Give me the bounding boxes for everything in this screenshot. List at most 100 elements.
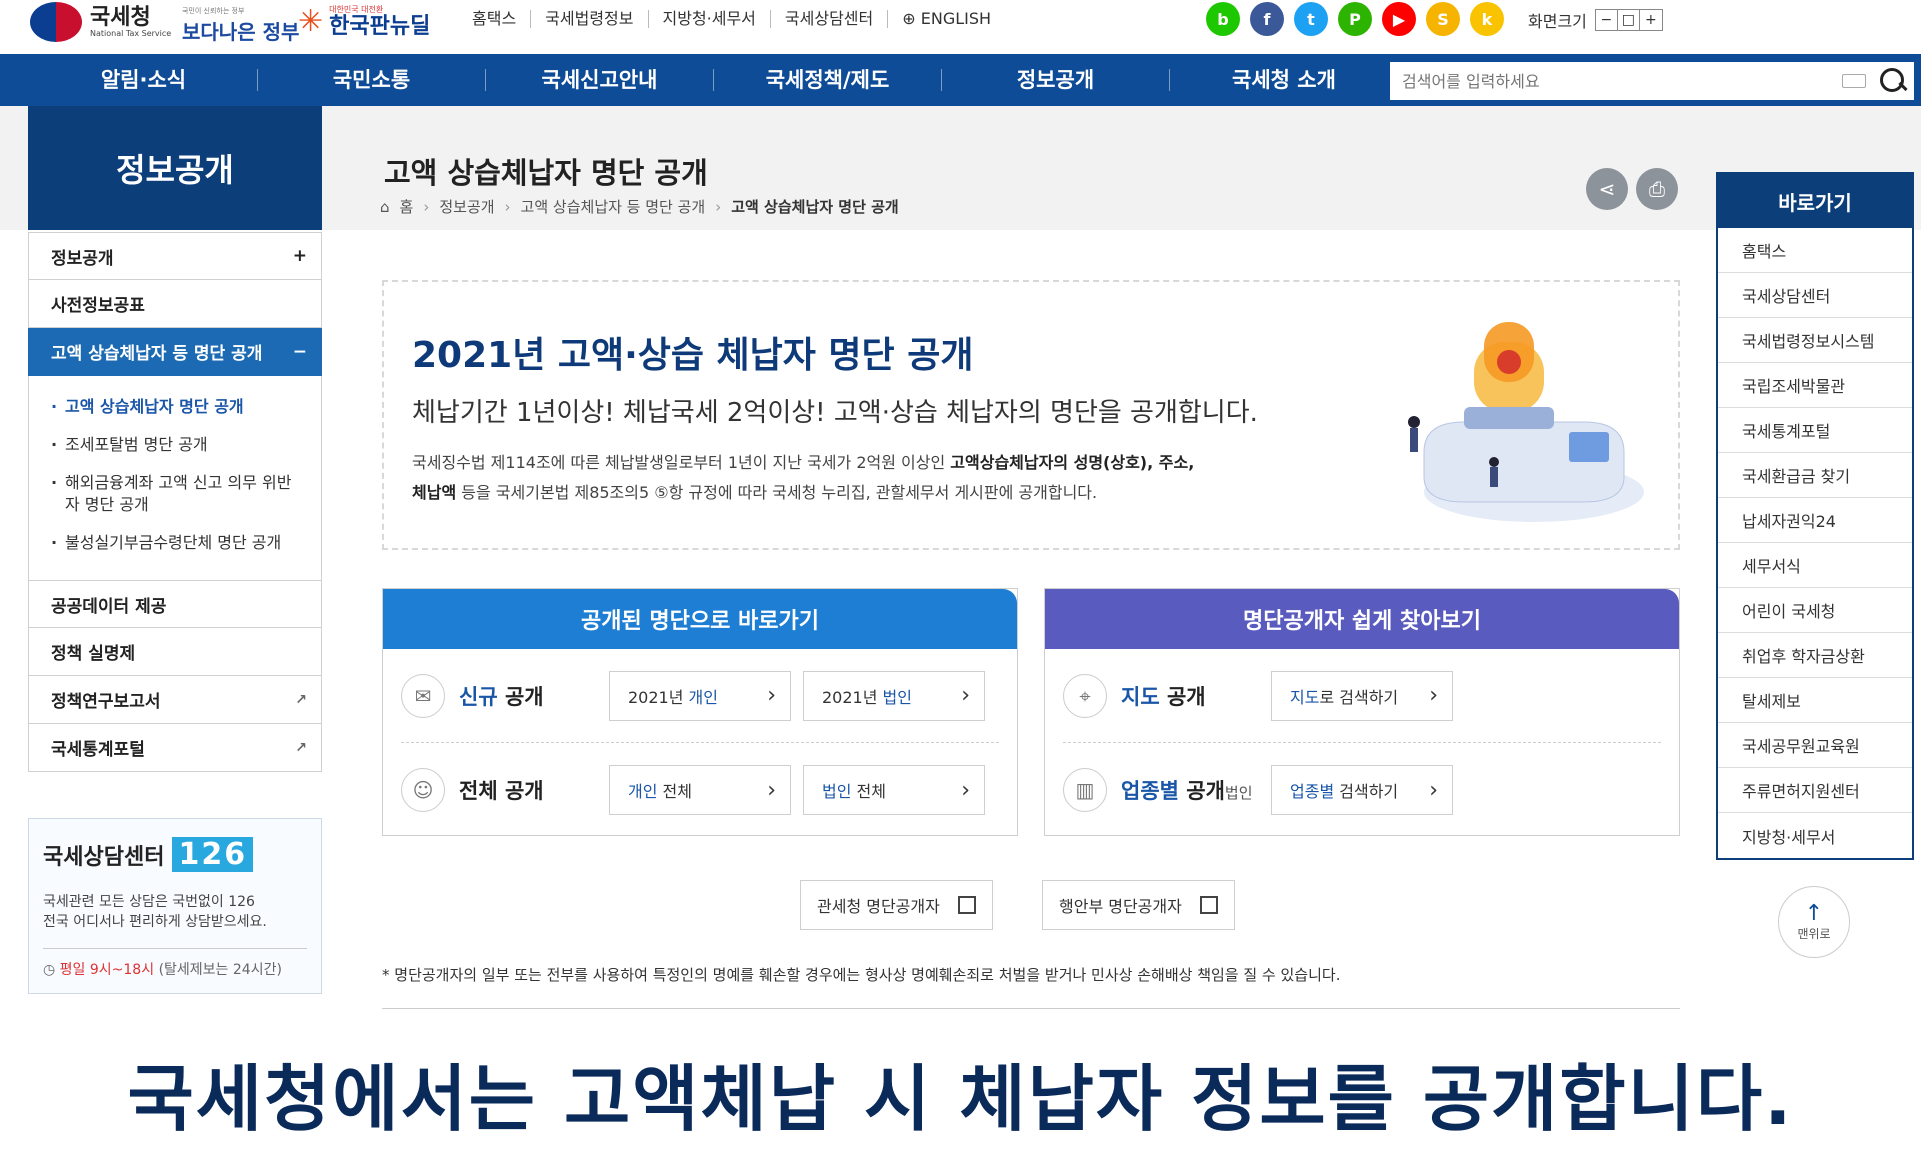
new-disclosure-label: 신규 공개 [459, 681, 609, 711]
submenu-item-overseas-account[interactable]: 해외금융계좌 고액 신고 의무 위반자 명단 공개 [51, 472, 299, 516]
hero-desc-bold2: 체납액 [412, 483, 457, 502]
kakaostory-icon[interactable]: S [1426, 2, 1460, 36]
breadcrumb-delinquent-list[interactable]: 고액 상습체납자 등 명단 공개 [521, 196, 706, 217]
breadcrumb-separator: › [715, 197, 722, 216]
blog-icon[interactable]: b [1206, 2, 1240, 36]
all-corporate-button[interactable]: 법인 전체 › [803, 765, 985, 815]
kakao-icon[interactable]: k [1470, 2, 1504, 36]
newdeal-logo[interactable]: ✳ 대한민국 대전환 한국판뉴딜 [298, 4, 430, 39]
sidebar-item-delinquent-list[interactable]: 고액 상습체납자 등 명단 공개 − [28, 328, 322, 376]
external-link-icon: ↗ [295, 739, 307, 756]
quick-menu-item[interactable]: 홈택스 [1718, 228, 1912, 273]
sidebar-item-info-disclosure[interactable]: 정보공개 + [28, 232, 322, 280]
nts-logo[interactable]: 국세청 National Tax Service [30, 2, 171, 42]
quick-menu-item[interactable]: 국세공무원교육원 [1718, 723, 1912, 768]
siren-illustration [1408, 322, 1644, 522]
virtual-keyboard-icon[interactable] [1842, 74, 1866, 88]
all-disclosure-label: 전체 공개 [459, 779, 544, 803]
search-icon[interactable] [1876, 65, 1908, 97]
quick-menu-item[interactable]: 납세자권익24 [1718, 498, 1912, 543]
sidebar-item-research-reports[interactable]: 정책연구보고서 ↗ [28, 676, 322, 724]
submenu-item-delinquent[interactable]: 고액 상습체납자 명단 공개 [51, 396, 299, 418]
chevron-right-icon: › [961, 683, 970, 708]
link-english[interactable]: ⊕ ENGLISH [888, 10, 1005, 28]
print-button[interactable]: ⎙ [1636, 168, 1678, 210]
quick-menu: 바로가기 홈택스 국세상담센터 국세법령정보시스템 국립조세박물관 국세통계포털 국세환급… [1716, 172, 1914, 860]
link-call-center[interactable]: 국세상담센터 [771, 10, 889, 28]
utility-links: 홈택스 국세법령정보 지방청·세무서 국세상담센터 ⊕ ENGLISH [458, 10, 1005, 28]
video-caption: 국세청에서는 고액체납 시 체납자 정보를 공개합니다. [127, 1057, 1794, 1141]
industry-disclosure-label: 업종별 공개법인 [1121, 775, 1271, 805]
submenu-item-tax-evaders[interactable]: 조세포탈범 명단 공개 [51, 434, 299, 456]
government-slogan-logo[interactable]: 국민이 신뢰하는 정부 보다나은 정부 [182, 6, 299, 45]
mois-list-button[interactable]: 행안부 명단공개자 [1042, 880, 1235, 930]
gnb-item-tax-policy[interactable]: 국세정책/제도 [714, 69, 942, 91]
back-to-top-button[interactable]: ↑ 맨위로 [1778, 886, 1850, 958]
gnb-item-tax-filing[interactable]: 국세신고안내 [486, 69, 714, 91]
sidebar-item-label: 정책연구보고서 [51, 692, 161, 712]
sidebar-item-statistics-portal[interactable]: 국세통계포털 ↗ [28, 724, 322, 772]
easy-search-card: 명단공개자 쉽게 찾아보기 ⌖ 지도 공개 지도로 검색하기 › ▥ 업종별 공… [1044, 588, 1680, 836]
label-rest: 공개 [1178, 779, 1225, 803]
customs-list-button[interactable]: 관세청 명단공개자 [800, 880, 993, 930]
breadcrumb-separator: › [423, 197, 430, 216]
chevron-right-icon: › [961, 777, 970, 803]
quick-menu-item[interactable]: 어린이 국세청 [1718, 588, 1912, 633]
button-label-suffix: 전체 [851, 782, 886, 801]
gnb-item-communication[interactable]: 국민소통 [258, 69, 486, 91]
gnb-item-info-disclosure[interactable]: 정보공개 [942, 69, 1170, 91]
all-individual-button[interactable]: 개인 전체 › [609, 765, 791, 815]
facebook-icon[interactable]: f [1250, 2, 1284, 36]
button-label: 법인 전체 [822, 778, 886, 802]
quick-menu-item[interactable]: 국세환급금 찾기 [1718, 453, 1912, 498]
link-tax-law-info[interactable]: 국세법령정보 [531, 10, 649, 28]
zoom-reset-button[interactable]: □ [1618, 10, 1640, 30]
label-small: 법인 [1224, 784, 1253, 802]
screen-size-control: 화면크기 − □ + [1528, 8, 1663, 32]
breadcrumb-info-disclosure[interactable]: 정보공개 [439, 196, 494, 217]
call-center-hours-note: (탈세제보는 24시간) [158, 962, 282, 978]
hero-desc-bold1: 고액상습체납자의 성명(상호), 주소, [950, 453, 1195, 472]
link-regional-office[interactable]: 지방청·세무서 [649, 10, 771, 28]
quick-menu-item[interactable]: 지방청·세무서 [1718, 813, 1912, 858]
clock-icon: ◷ [43, 962, 60, 978]
youtube-icon[interactable]: ▶ [1382, 2, 1416, 36]
home-icon: ⌂ [380, 197, 390, 216]
button-label-highlight: 법인 [882, 687, 912, 707]
quick-menu-item[interactable]: 국세법령정보시스템 [1718, 318, 1912, 363]
quick-menu-item[interactable]: 탈세제보 [1718, 678, 1912, 723]
quick-menu-item[interactable]: 국립조세박물관 [1718, 363, 1912, 408]
map-search-button[interactable]: 지도로 검색하기 › [1271, 670, 1453, 721]
link-hometax[interactable]: 홈택스 [458, 10, 532, 28]
button-label-suffix: 전체 [657, 782, 692, 801]
quick-menu-item[interactable]: 세무서식 [1718, 543, 1912, 588]
sidebar-item-policy-name[interactable]: 정책 실명제 [28, 628, 322, 676]
2021-individual-button[interactable]: 2021년 개인 › [609, 670, 791, 721]
chevron-right-icon: › [1429, 683, 1438, 708]
button-label-prefix: 2021년 [822, 687, 883, 707]
gnb-item-news[interactable]: 알림·소식 [30, 69, 258, 91]
breadcrumb-separator: › [504, 197, 511, 216]
button-label-highlight: 업종별 [1290, 782, 1335, 801]
sidebar-item-pre-disclosure[interactable]: 사전정보공표 [28, 280, 322, 328]
screen-size-label: 화면크기 [1528, 12, 1587, 31]
zoom-out-button[interactable]: − [1596, 10, 1618, 30]
naver-post-icon[interactable]: P [1338, 2, 1372, 36]
2021-corporate-button[interactable]: 2021년 법인 › [803, 670, 985, 721]
sidebar-item-public-data[interactable]: 공공데이터 제공 [28, 580, 322, 628]
gnb-item-about[interactable]: 국세청 소개 [1170, 69, 1398, 91]
sidebar-item-label: 국세통계포털 [51, 740, 145, 760]
zoom-in-button[interactable]: + [1640, 10, 1662, 30]
quick-menu-item[interactable]: 취업후 학자금상환 [1718, 633, 1912, 678]
share-button[interactable]: ⋖ [1586, 168, 1628, 210]
industry-search-button[interactable]: 업종별 검색하기 › [1271, 765, 1453, 815]
hero-desc-part2: 등을 국세기본법 제85조의5 ⑤항 규정에 따라 국세청 누리집, 관할세무서… [456, 483, 1098, 502]
submenu-item-donation-org[interactable]: 불성실기부금수령단체 명단 공개 [51, 532, 299, 554]
search-input[interactable] [1390, 63, 1842, 99]
quick-menu-item[interactable]: 주류면허지원센터 [1718, 768, 1912, 813]
breadcrumb-home[interactable]: 홈 [400, 196, 414, 217]
button-label-highlight: 법인 [822, 782, 852, 801]
quick-menu-item[interactable]: 국세통계포털 [1718, 408, 1912, 453]
twitter-icon[interactable]: t [1294, 2, 1328, 36]
quick-menu-item[interactable]: 국세상담센터 [1718, 273, 1912, 318]
